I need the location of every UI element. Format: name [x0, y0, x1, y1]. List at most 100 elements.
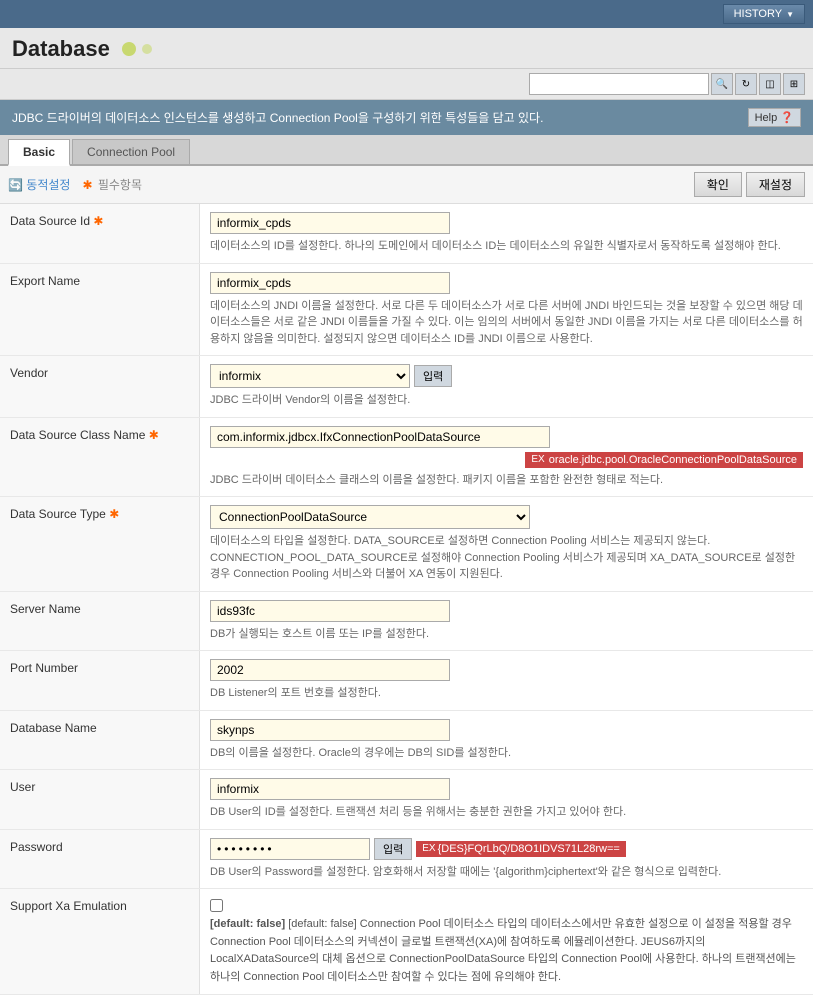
server-name-row: Server Name DB가 실행되는 호스트 이름 또는 IP를 설정한다. [0, 592, 813, 652]
password-label: Password [0, 830, 200, 889]
tab-basic[interactable]: Basic [8, 139, 70, 166]
database-name-field: DB의 이름을 설정한다. Oracle의 경우에는 DB의 SID를 설정한다… [200, 711, 813, 770]
database-name-row: Database Name DB의 이름을 설정한다. Oracle의 경우에는… [0, 711, 813, 771]
database-name-label: Database Name [0, 711, 200, 770]
info-bar: JDBC 드라이버의 데이터소스 인스턴스를 생성하고 Connection P… [0, 100, 813, 135]
help-icon: ❓ [780, 112, 794, 124]
vendor-select[interactable]: informix [210, 364, 410, 388]
data-source-class-name-field: EX oracle.jdbc.pool.OracleConnectionPool… [200, 418, 813, 497]
encrypted-ex-icon: EX [422, 843, 435, 854]
password-input-button[interactable]: 입력 [374, 838, 412, 860]
form-header: 🔄 동적설정 ✱ 필수항목 확인 재설정 [0, 166, 813, 204]
tab-bar: Basic Connection Pool [0, 135, 813, 166]
history-arrow-icon: ▼ [786, 10, 794, 19]
search-button[interactable]: 🔍 [711, 73, 733, 95]
required-asterisk: ✱ [93, 214, 103, 228]
class-name-desc: JDBC 드라이버 데이터소스 클래스의 이름을 설정한다. 패키지 이름을 포… [210, 472, 803, 489]
data-source-id-row: Data Source Id ✱ 데이터소스의 ID를 설정한다. 하나의 도메… [0, 204, 813, 264]
password-controls: 입력 EX {DES}FQrLbQ/D8O1IDVS71L28rw== [210, 838, 803, 860]
data-source-type-desc: 데이터소스의 타입을 설정한다. DATA_SOURCE로 설정하면 Conne… [210, 533, 803, 583]
header-dot2 [142, 44, 152, 54]
server-name-label: Server Name [0, 592, 200, 651]
dynamic-setting-label: 🔄 동적설정 [8, 176, 70, 193]
data-source-id-field: 데이터소스의 ID를 설정한다. 하나의 도메인에서 데이터소스 ID는 데이터… [200, 204, 813, 263]
user-label: User [0, 770, 200, 829]
history-label: HISTORY [734, 8, 783, 20]
database-name-input[interactable] [210, 719, 450, 741]
password-desc: DB User의 Password를 설정한다. 암호화해서 저장할 때에는 '… [210, 864, 803, 881]
data-source-class-name-row: Data Source Class Name ✱ EX oracle.jdbc.… [0, 418, 813, 498]
vendor-row: Vendor informix 입력 JDBC 드라이버 Vendor의 이름을… [0, 356, 813, 418]
class-name-controls: EX oracle.jdbc.pool.OracleConnectionPool… [210, 426, 803, 468]
port-number-field: DB Listener의 포트 번호를 설정한다. [200, 651, 813, 710]
class-name-input[interactable] [210, 426, 550, 448]
tool-button-1[interactable]: ◫ [759, 73, 781, 95]
data-source-id-input[interactable] [210, 212, 450, 234]
vendor-field: informix 입력 JDBC 드라이버 Vendor의 이름을 설정한다. [200, 356, 813, 417]
user-input[interactable] [210, 778, 450, 800]
server-name-desc: DB가 실행되는 호스트 이름 또는 IP를 설정한다. [210, 626, 803, 643]
user-desc: DB User의 ID를 설정한다. 트랜잭션 처리 등을 위해서는 충분한 권… [210, 804, 803, 821]
page-header: Database [0, 28, 813, 69]
vendor-desc: JDBC 드라이버 Vendor의 이름을 설정한다. [210, 392, 803, 409]
tool-button-2[interactable]: ⊞ [783, 73, 805, 95]
reset-button[interactable]: 재설정 [746, 172, 805, 197]
server-name-field: DB가 실행되는 호스트 이름 또는 IP를 설정한다. [200, 592, 813, 651]
info-message: JDBC 드라이버의 데이터소스 인스턴스를 생성하고 Connection P… [12, 109, 543, 126]
password-field: 입력 EX {DES}FQrLbQ/D8O1IDVS71L28rw== DB U… [200, 830, 813, 889]
search-input[interactable] [529, 73, 709, 95]
support-xa-desc: [default: false] [default: false] Connec… [210, 916, 803, 986]
encrypted-value-box: EX {DES}FQrLbQ/D8O1IDVS71L28rw== [416, 841, 626, 857]
data-source-id-desc: 데이터소스의 ID를 설정한다. 하나의 도메인에서 데이터소스 ID는 데이터… [210, 238, 803, 255]
toolbar: 🔍 ↻ ◫ ⊞ [0, 69, 813, 100]
form-content: Data Source Id ✱ 데이터소스의 ID를 설정한다. 하나의 도메… [0, 204, 813, 995]
port-number-row: Port Number DB Listener의 포트 번호를 설정한다. [0, 651, 813, 711]
database-name-desc: DB의 이름을 설정한다. Oracle의 경우에는 DB의 SID를 설정한다… [210, 745, 803, 762]
export-name-field: 데이터소스의 JNDI 이름을 설정한다. 서로 다른 두 데이터소스가 서로 … [200, 264, 813, 356]
password-input[interactable] [210, 838, 370, 860]
confirm-button[interactable]: 확인 [694, 172, 742, 197]
server-name-input[interactable] [210, 600, 450, 622]
vendor-input-button[interactable]: 입력 [414, 365, 452, 387]
support-xa-row: Support Xa Emulation [default: false] [d… [0, 889, 813, 995]
required-label: ✱ 필수항목 [82, 176, 142, 193]
header-dot1 [122, 42, 136, 56]
data-source-type-select[interactable]: ConnectionPoolDataSource [210, 505, 530, 529]
dynamic-icon: 🔄 [8, 178, 26, 192]
support-xa-field: [default: false] [default: false] Connec… [200, 889, 813, 994]
refresh-button[interactable]: ↻ [735, 73, 757, 95]
required-asterisk-3: ✱ [109, 507, 119, 521]
export-name-row: Export Name 데이터소스의 JNDI 이름을 설정한다. 서로 다른 … [0, 264, 813, 357]
export-name-label: Export Name [0, 264, 200, 356]
export-name-desc: 데이터소스의 JNDI 이름을 설정한다. 서로 다른 두 데이터소스가 서로 … [210, 298, 803, 348]
page-title: Database [12, 36, 110, 62]
port-number-input[interactable] [210, 659, 450, 681]
history-button[interactable]: HISTORY ▼ [723, 4, 805, 24]
support-xa-checkbox[interactable] [210, 899, 223, 912]
tab-connection-pool[interactable]: Connection Pool [72, 139, 190, 164]
form-actions: 확인 재설정 [694, 172, 805, 197]
user-field: DB User의 ID를 설정한다. 트랜잭션 처리 등을 위해서는 충분한 권… [200, 770, 813, 829]
port-number-label: Port Number [0, 651, 200, 710]
form-header-left: 🔄 동적설정 ✱ 필수항목 [8, 176, 142, 193]
password-row: Password 입력 EX {DES}FQrLbQ/D8O1IDVS71L28… [0, 830, 813, 890]
help-button[interactable]: Help ❓ [748, 108, 801, 127]
help-label: Help [755, 112, 778, 124]
asterisk-icon: ✱ [82, 178, 95, 192]
class-name-suggestion: EX oracle.jdbc.pool.OracleConnectionPool… [525, 452, 803, 468]
example-icon: EX [531, 454, 544, 465]
data-source-class-name-label: Data Source Class Name ✱ [0, 418, 200, 497]
support-xa-label: Support Xa Emulation [0, 889, 200, 994]
top-bar: HISTORY ▼ [0, 0, 813, 28]
data-source-type-label: Data Source Type ✱ [0, 497, 200, 591]
xa-checkbox-row [210, 897, 803, 912]
data-source-type-row: Data Source Type ✱ ConnectionPoolDataSou… [0, 497, 813, 592]
data-source-id-label: Data Source Id ✱ [0, 204, 200, 263]
vendor-controls: informix 입력 [210, 364, 803, 388]
export-name-input[interactable] [210, 272, 450, 294]
data-source-type-field: ConnectionPoolDataSource 데이터소스의 타입을 설정한다… [200, 497, 813, 591]
vendor-label: Vendor [0, 356, 200, 417]
port-number-desc: DB Listener의 포트 번호를 설정한다. [210, 685, 803, 702]
required-asterisk-2: ✱ [149, 428, 159, 442]
user-row: User DB User의 ID를 설정한다. 트랜잭션 처리 등을 위해서는 … [0, 770, 813, 830]
